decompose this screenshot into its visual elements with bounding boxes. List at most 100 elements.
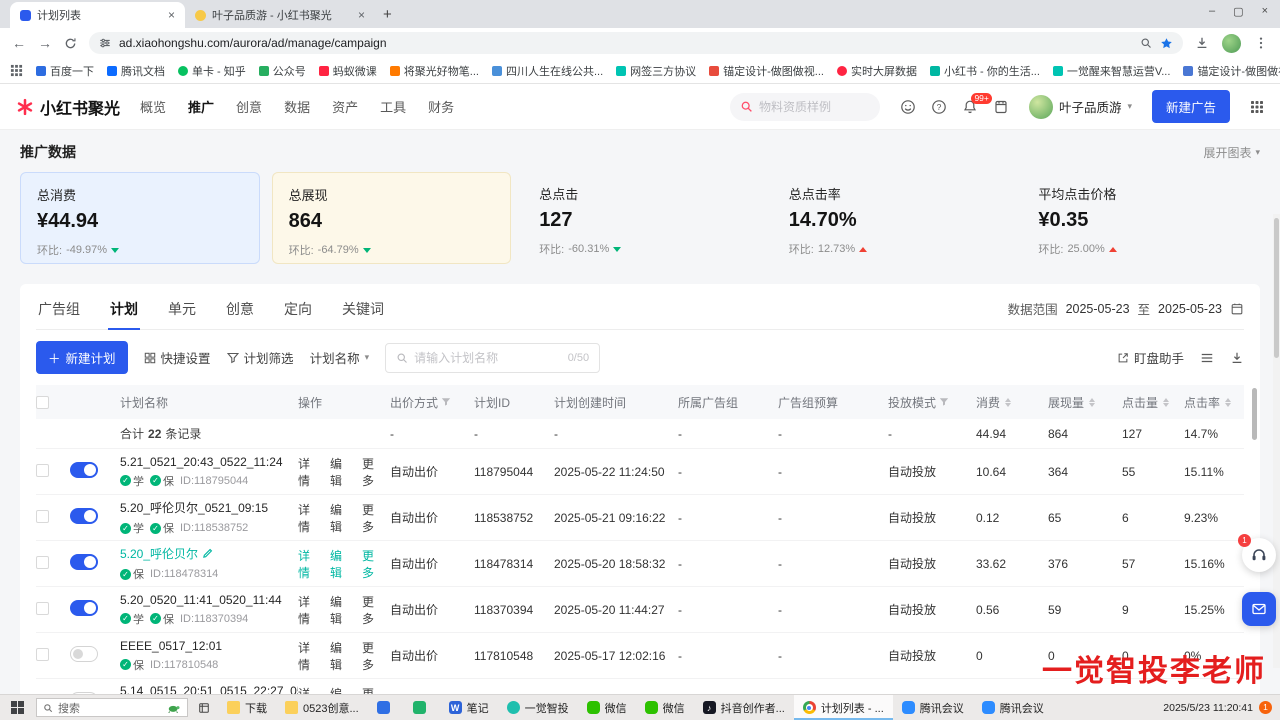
bookmark-star-icon[interactable] <box>1160 37 1173 50</box>
col-bid-type[interactable]: 出价方式 <box>390 394 474 411</box>
more-link[interactable]: 更多 <box>362 685 384 695</box>
browser-tab-active[interactable]: 计划列表 × <box>10 2 185 28</box>
header-search-input[interactable]: 物料资质样例 <box>730 93 880 121</box>
tab-close-icon[interactable]: × <box>358 8 365 22</box>
bookmark-item[interactable]: 百度一下 <box>36 63 94 79</box>
col-delivery-mode[interactable]: 投放模式 <box>888 394 976 411</box>
row-toggle[interactable] <box>70 646 98 662</box>
bookmark-item[interactable]: 单卡 - 知乎 <box>178 63 246 79</box>
notifications-bell-icon[interactable]: 99+ <box>962 99 978 115</box>
new-plan-button[interactable]: ＋ 新建计划 <box>36 341 128 374</box>
stat-card-avg-cpc[interactable]: 平均点击价格 ¥0.35 环比:25.00% <box>1022 172 1260 264</box>
table-scrollbar-thumb[interactable] <box>1252 388 1257 440</box>
bookmark-item[interactable]: 锚定设计-做图做视... <box>1183 63 1280 79</box>
minimize-button[interactable]: – <box>1209 5 1215 18</box>
feedback-mail-button[interactable] <box>1242 592 1276 626</box>
tab-keywords[interactable]: 关键词 <box>340 296 386 328</box>
more-link[interactable]: 更多 <box>362 501 384 535</box>
row-checkbox[interactable] <box>36 464 49 477</box>
zoom-icon[interactable] <box>1140 37 1152 49</box>
nav-data[interactable]: 数据 <box>284 97 310 116</box>
taskbar-item-wechat[interactable]: 微信 <box>636 695 694 720</box>
tab-creative[interactable]: 创意 <box>224 296 256 328</box>
expand-chart-toggle[interactable]: 展开图表▾ <box>1203 144 1260 161</box>
bookmark-item[interactable]: 小红书 - 你的生活... <box>930 63 1040 79</box>
stat-card-clicks[interactable]: 总点击 127 环比:-60.31% <box>523 172 761 264</box>
tab-unit[interactable]: 单元 <box>166 296 198 328</box>
browser-menu-icon[interactable] <box>1254 36 1268 50</box>
plan-filter-button[interactable]: 计划筛选 <box>227 348 294 367</box>
tab-targeting[interactable]: 定向 <box>282 296 314 328</box>
tab-close-icon[interactable]: × <box>168 8 175 22</box>
back-button[interactable]: ← <box>12 36 26 50</box>
nav-finance[interactable]: 财务 <box>428 97 454 116</box>
reload-button[interactable] <box>64 37 77 50</box>
calendar-icon[interactable] <box>1230 302 1244 316</box>
detail-link[interactable]: 详情 <box>298 501 320 535</box>
taskbar-item-app[interactable] <box>404 695 440 720</box>
stat-card-ctr[interactable]: 总点击率 14.70% 环比:12.73% <box>773 172 1011 264</box>
task-view-button[interactable] <box>190 695 218 720</box>
more-link[interactable]: 更多 <box>362 593 384 627</box>
journal-icon[interactable] <box>993 99 1009 115</box>
plan-name[interactable]: EEEE_0517_12:01 <box>120 639 292 653</box>
tab-ad-group[interactable]: 广告组 <box>36 296 82 328</box>
help-icon[interactable]: ? <box>931 99 947 115</box>
detail-link[interactable]: 详情 <box>298 639 320 673</box>
edit-link[interactable]: 编辑 <box>330 547 352 581</box>
quick-settings-button[interactable]: 快捷设置 <box>144 348 211 367</box>
date-start[interactable]: 2025-05-23 <box>1066 302 1130 316</box>
new-tab-button[interactable]: + <box>383 6 392 23</box>
taskbar-item-yijue[interactable]: 一觉智投 <box>498 695 578 720</box>
tab-campaign[interactable]: 计划 <box>108 296 140 330</box>
taskbar-item-chrome-active[interactable]: 计划列表 - ... <box>794 695 893 720</box>
nav-promotion[interactable]: 推广 <box>188 97 214 116</box>
edit-link[interactable]: 编辑 <box>330 639 352 673</box>
row-checkbox[interactable] <box>36 556 49 569</box>
forward-button[interactable]: → <box>38 36 52 50</box>
nav-creative[interactable]: 创意 <box>236 97 262 116</box>
start-button[interactable] <box>0 695 34 720</box>
taskbar-item-meeting[interactable]: 腾讯会议 <box>893 695 973 720</box>
plan-name[interactable]: 5.20_呼伦贝尔 <box>120 545 292 562</box>
new-ad-button[interactable]: 新建广告 <box>1152 90 1230 123</box>
export-download-icon[interactable] <box>1230 351 1244 365</box>
col-cost[interactable]: 消费 <box>976 394 1048 411</box>
search-field-select[interactable]: 计划名称 ▾ <box>310 348 370 367</box>
taskbar-item-notes[interactable]: W笔记 <box>440 695 498 720</box>
detail-link[interactable]: 详情 <box>298 547 320 581</box>
taskbar-item-wechat[interactable]: 微信 <box>578 695 636 720</box>
col-clicks[interactable]: 点击量 <box>1122 394 1184 411</box>
more-link[interactable]: 更多 <box>362 547 384 581</box>
bookmark-item[interactable]: 腾讯文档 <box>107 63 165 79</box>
apps-grid-icon[interactable] <box>10 64 23 77</box>
stat-card-impressions[interactable]: 总展现 864 环比:-64.79% <box>272 172 512 264</box>
taskbar-search-input[interactable]: 搜索 <box>36 698 188 717</box>
bookmark-item[interactable]: 将聚光好物笔... <box>390 63 479 79</box>
edit-link[interactable]: 编辑 <box>330 501 352 535</box>
bookmark-item[interactable]: 四川人生在线公共... <box>492 63 603 79</box>
customer-service-button[interactable]: 1 <box>1242 538 1276 572</box>
detail-link[interactable]: 详情 <box>298 455 320 489</box>
account-menu[interactable]: 叶子品质游 ▾ <box>1029 95 1132 119</box>
browser-tab-inactive[interactable]: 叶子品质游 - 小红书聚光 × <box>185 2 375 28</box>
service-smiley-icon[interactable] <box>900 99 916 115</box>
bookmark-item[interactable]: 公众号 <box>259 63 306 79</box>
bookmark-item[interactable]: 实时大屏数据 <box>837 63 917 79</box>
stat-card-total-cost[interactable]: 总消费 ¥44.94 环比:-49.97% <box>20 172 260 264</box>
nav-overview[interactable]: 概览 <box>140 97 166 116</box>
row-checkbox[interactable] <box>36 602 49 615</box>
page-scrollbar-thumb[interactable] <box>1274 218 1279 358</box>
edit-pencil-icon[interactable] <box>202 548 213 559</box>
detail-link[interactable]: 详情 <box>298 593 320 627</box>
row-toggle[interactable] <box>70 508 98 524</box>
select-all-checkbox[interactable] <box>36 396 49 409</box>
taskbar-item-folder[interactable]: 0523创意... <box>276 695 368 720</box>
more-link[interactable]: 更多 <box>362 455 384 489</box>
more-link[interactable]: 更多 <box>362 639 384 673</box>
site-info-icon[interactable] <box>99 37 111 49</box>
url-bar[interactable]: ad.xiaohongshu.com/aurora/ad/manage/camp… <box>89 32 1183 54</box>
row-checkbox[interactable] <box>36 510 49 523</box>
bookmark-item[interactable]: 网签三方协议 <box>616 63 696 79</box>
bookmark-item[interactable]: 蚂蚁微课 <box>319 63 377 79</box>
